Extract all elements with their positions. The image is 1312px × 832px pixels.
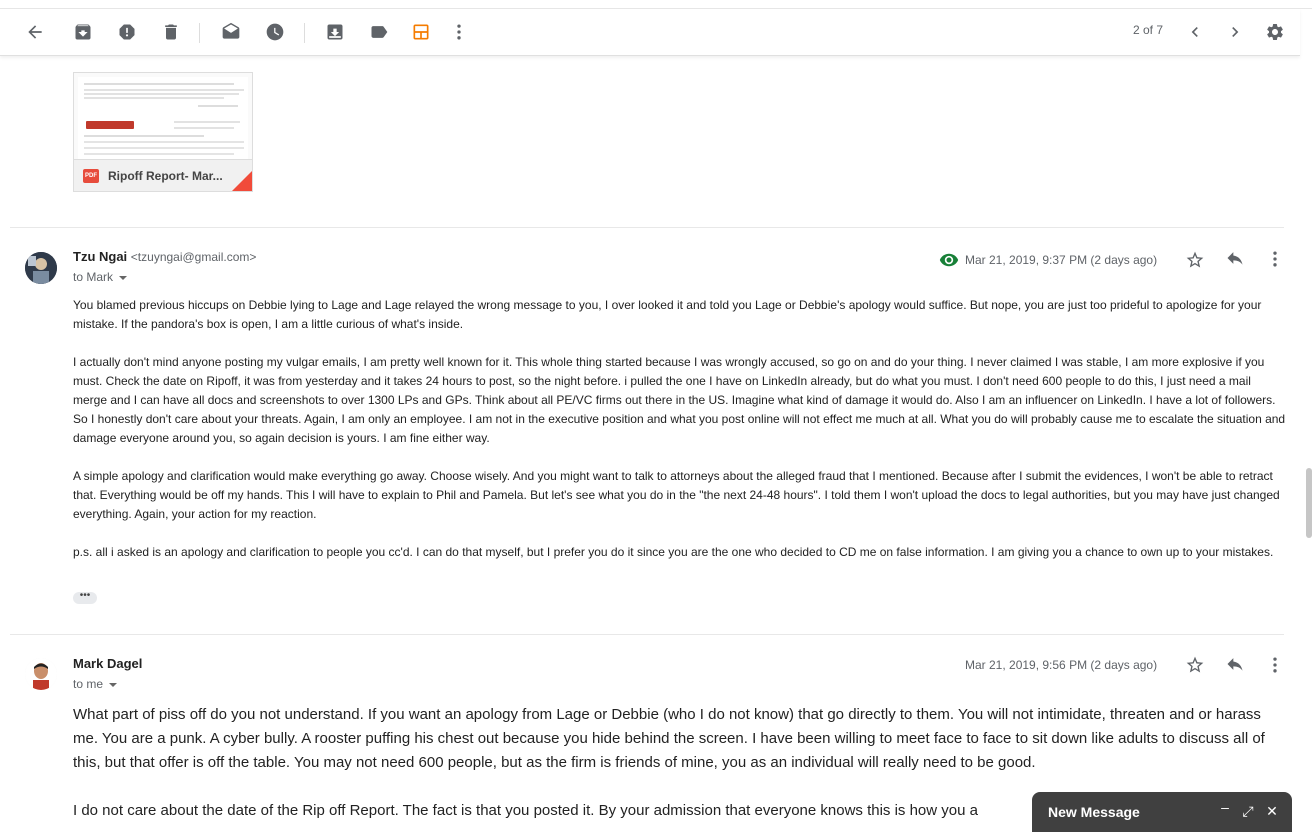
sender-line: Tzu Ngai <tzuyngai@gmail.com> bbox=[73, 249, 256, 264]
move-to-icon[interactable] bbox=[320, 17, 350, 47]
toolbar-separator bbox=[199, 23, 200, 43]
compose-minimized-window[interactable]: New Message ‒ ⤢ ✕ bbox=[1032, 792, 1292, 832]
delete-icon[interactable] bbox=[156, 17, 186, 47]
report-spam-icon[interactable] bbox=[112, 17, 142, 47]
show-trimmed-content-button[interactable]: ••• bbox=[73, 591, 97, 604]
split-layout-icon[interactable] bbox=[406, 17, 436, 47]
archive-icon[interactable] bbox=[68, 17, 98, 47]
avatar[interactable] bbox=[25, 252, 57, 284]
message-date: Mar 21, 2019, 9:56 PM (2 days ago) bbox=[965, 658, 1158, 672]
more-vert-icon[interactable] bbox=[444, 17, 474, 47]
star-icon[interactable] bbox=[1183, 653, 1207, 677]
chevron-left-icon[interactable] bbox=[1180, 17, 1210, 47]
avatar[interactable] bbox=[25, 658, 57, 690]
attachment-thumbnail bbox=[78, 77, 248, 159]
message-divider bbox=[10, 634, 1284, 635]
reply-icon[interactable] bbox=[1223, 246, 1247, 270]
pagination-count: 2 of 7 bbox=[1132, 23, 1164, 37]
caret-down-icon[interactable] bbox=[119, 275, 128, 280]
message-toolbar: 2 of 7 bbox=[0, 9, 1300, 56]
message-body: You blamed previous hiccups on Debbie ly… bbox=[73, 296, 1287, 581]
more-vert-icon[interactable] bbox=[1263, 247, 1287, 271]
recipient-label: to me bbox=[73, 677, 104, 691]
pdf-icon: PDF bbox=[83, 169, 99, 183]
recipient-details-toggle[interactable]: to me bbox=[73, 677, 118, 691]
body-paragraph: p.s. all i asked is an apology and clari… bbox=[73, 545, 1274, 559]
pdf-attachment-card[interactable]: PDF Ripoff Report- Mar... bbox=[73, 72, 253, 192]
message-divider bbox=[10, 227, 1284, 228]
conversation-view[interactable]: PDF Ripoff Report- Mar... Tzu Ngai <tzuy… bbox=[0, 56, 1312, 832]
back-arrow-icon[interactable] bbox=[20, 17, 50, 47]
recipient-label: to Mark bbox=[73, 270, 114, 284]
close-icon[interactable]: ✕ bbox=[1263, 802, 1281, 820]
vertical-scrollbar[interactable] bbox=[1306, 468, 1312, 538]
attachment-caption: PDF Ripoff Report- Mar... bbox=[74, 159, 252, 191]
body-paragraph: You blamed previous hiccups on Debbie ly… bbox=[73, 298, 1262, 331]
toolbar-separator bbox=[304, 23, 305, 43]
message-date: Mar 21, 2019, 9:37 PM (2 days ago) bbox=[965, 253, 1158, 267]
chevron-right-icon[interactable] bbox=[1220, 17, 1250, 47]
compose-title[interactable]: New Message bbox=[1048, 804, 1140, 820]
sender-email: <tzuyngai@gmail.com> bbox=[130, 250, 257, 264]
body-paragraph: What part of piss off do you not underst… bbox=[73, 706, 1265, 771]
mark-unread-icon[interactable] bbox=[216, 17, 246, 47]
sender-name[interactable]: Mark Dagel bbox=[73, 656, 142, 671]
settings-gear-icon[interactable] bbox=[1260, 17, 1290, 47]
label-icon[interactable] bbox=[364, 17, 394, 47]
expand-icon[interactable]: ⤢ bbox=[1239, 802, 1257, 820]
star-icon[interactable] bbox=[1183, 248, 1207, 272]
attachment-filename: Ripoff Report- Mar... bbox=[108, 169, 223, 183]
eye-seen-icon bbox=[937, 248, 961, 272]
top-edge bbox=[0, 0, 1312, 9]
folded-corner bbox=[232, 171, 252, 191]
sender-name[interactable]: Tzu Ngai bbox=[73, 249, 127, 264]
minimize-icon[interactable]: ‒ bbox=[1216, 798, 1234, 816]
snooze-clock-icon[interactable] bbox=[260, 17, 290, 47]
recipient-details-toggle[interactable]: to Mark bbox=[73, 270, 128, 284]
more-vert-icon[interactable] bbox=[1263, 653, 1287, 677]
caret-down-icon[interactable] bbox=[109, 682, 118, 687]
body-paragraph: A simple apology and clarification would… bbox=[73, 469, 1280, 521]
sender-line: Mark Dagel bbox=[73, 656, 142, 671]
body-paragraph: I actually don't mind anyone posting my … bbox=[73, 355, 1286, 445]
reply-icon[interactable] bbox=[1223, 652, 1247, 676]
